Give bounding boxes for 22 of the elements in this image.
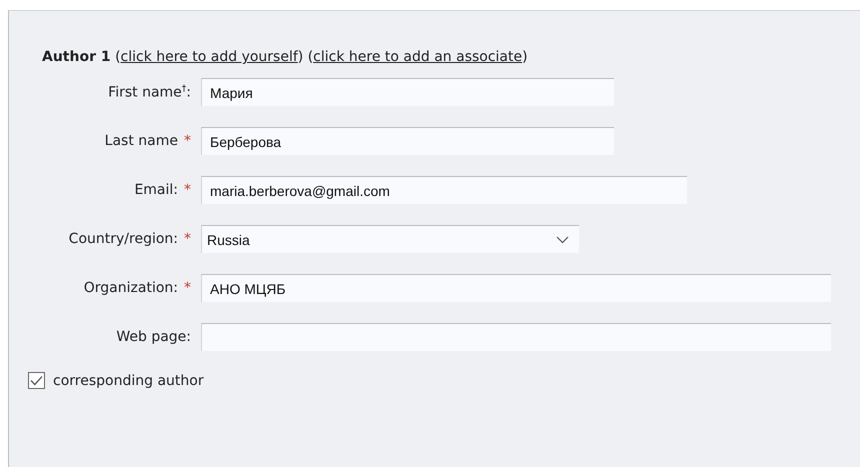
- author-heading: Author 1 (click here to add yourself) (click here to add an associate): [42, 49, 529, 65]
- required-marker: *: [184, 231, 191, 247]
- input-field[interactable]: Берберова: [201, 127, 614, 155]
- input-field[interactable]: АНО МЦЯБ: [201, 274, 831, 302]
- input-field[interactable]: maria.berberova@gmail.com: [201, 176, 687, 204]
- checkbox[interactable]: [28, 372, 45, 389]
- country-dropdown[interactable]: Russia: [201, 225, 579, 253]
- required-marker: *: [184, 133, 191, 149]
- link[interactable]: click here to add an associate: [313, 49, 522, 65]
- field-label: Email:: [134, 182, 178, 198]
- field-label: Last name: [104, 133, 178, 149]
- input-field[interactable]: [201, 323, 831, 351]
- field-label: Organization:: [84, 280, 178, 296]
- chevron-down-icon: [556, 236, 569, 244]
- required-marker: *: [184, 280, 191, 296]
- input-field[interactable]: Мария: [201, 78, 614, 106]
- field-label: Country/region:: [68, 231, 178, 247]
- field-label: Web page:: [116, 329, 191, 345]
- link[interactable]: click here to add yourself: [120, 49, 298, 65]
- field-label: First name$^{†}$:: [108, 84, 191, 100]
- checkbox-label: corresponding author: [53, 372, 204, 388]
- required-marker: *: [184, 182, 191, 198]
